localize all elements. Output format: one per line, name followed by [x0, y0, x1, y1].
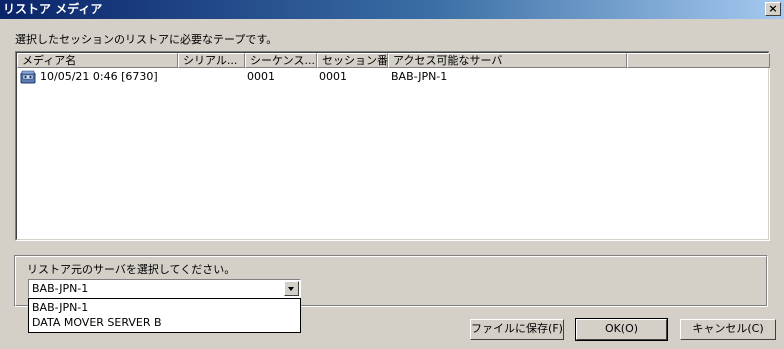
- chevron-down-icon: [288, 287, 294, 291]
- restore-media-dialog: リストア メディア × 選択したセッションのリストアに必要なテープです。 メディ…: [0, 0, 784, 349]
- dropdown-option[interactable]: DATA MOVER SERVER B: [32, 316, 162, 330]
- cancel-button[interactable]: キャンセル(C): [680, 319, 776, 340]
- column-header-empty: [627, 53, 770, 68]
- column-header-sequence[interactable]: シーケンス...: [245, 53, 317, 68]
- list-header: メディア名 シリアル... シーケンス... セッション番... アクセス可能な…: [17, 53, 770, 68]
- column-header-session[interactable]: セッション番...: [317, 53, 388, 68]
- table-row[interactable]: 10/05/21 0:46 [6730] 0001 0001 BAB-JPN-1: [17, 69, 768, 85]
- window-title: リストア メディア: [3, 2, 103, 16]
- tape-media-icon: [20, 70, 36, 84]
- column-header-server[interactable]: アクセス可能なサーバ: [388, 53, 627, 68]
- instruction-text: 選択したセッションのリストアに必要なテープです。: [15, 33, 278, 46]
- column-header-media-name[interactable]: メディア名: [17, 53, 178, 68]
- save-to-file-button[interactable]: ファイルに保存(F): [470, 319, 564, 340]
- server-select-label: リストア元のサーバを選択してください。: [27, 263, 236, 276]
- media-list[interactable]: メディア名 シリアル... シーケンス... セッション番... アクセス可能な…: [15, 51, 770, 241]
- title-bar: リストア メディア ×: [0, 0, 784, 19]
- server-combobox[interactable]: BAB-JPN-1: [28, 279, 301, 298]
- dropdown-option[interactable]: BAB-JPN-1: [32, 301, 88, 315]
- combobox-dropdown-button[interactable]: [284, 281, 299, 296]
- cell-media-name: 10/05/21 0:46 [6730]: [40, 70, 158, 83]
- server-combobox-value: BAB-JPN-1: [32, 282, 89, 295]
- cell-session: 0001: [319, 70, 347, 83]
- cell-sequence: 0001: [247, 70, 275, 83]
- close-button[interactable]: ×: [765, 2, 781, 16]
- ok-button[interactable]: OK(O): [575, 318, 668, 341]
- cell-server: BAB-JPN-1: [391, 70, 448, 83]
- column-header-serial[interactable]: シリアル...: [178, 53, 245, 68]
- server-dropdown-list: BAB-JPN-1 DATA MOVER SERVER B: [28, 298, 301, 333]
